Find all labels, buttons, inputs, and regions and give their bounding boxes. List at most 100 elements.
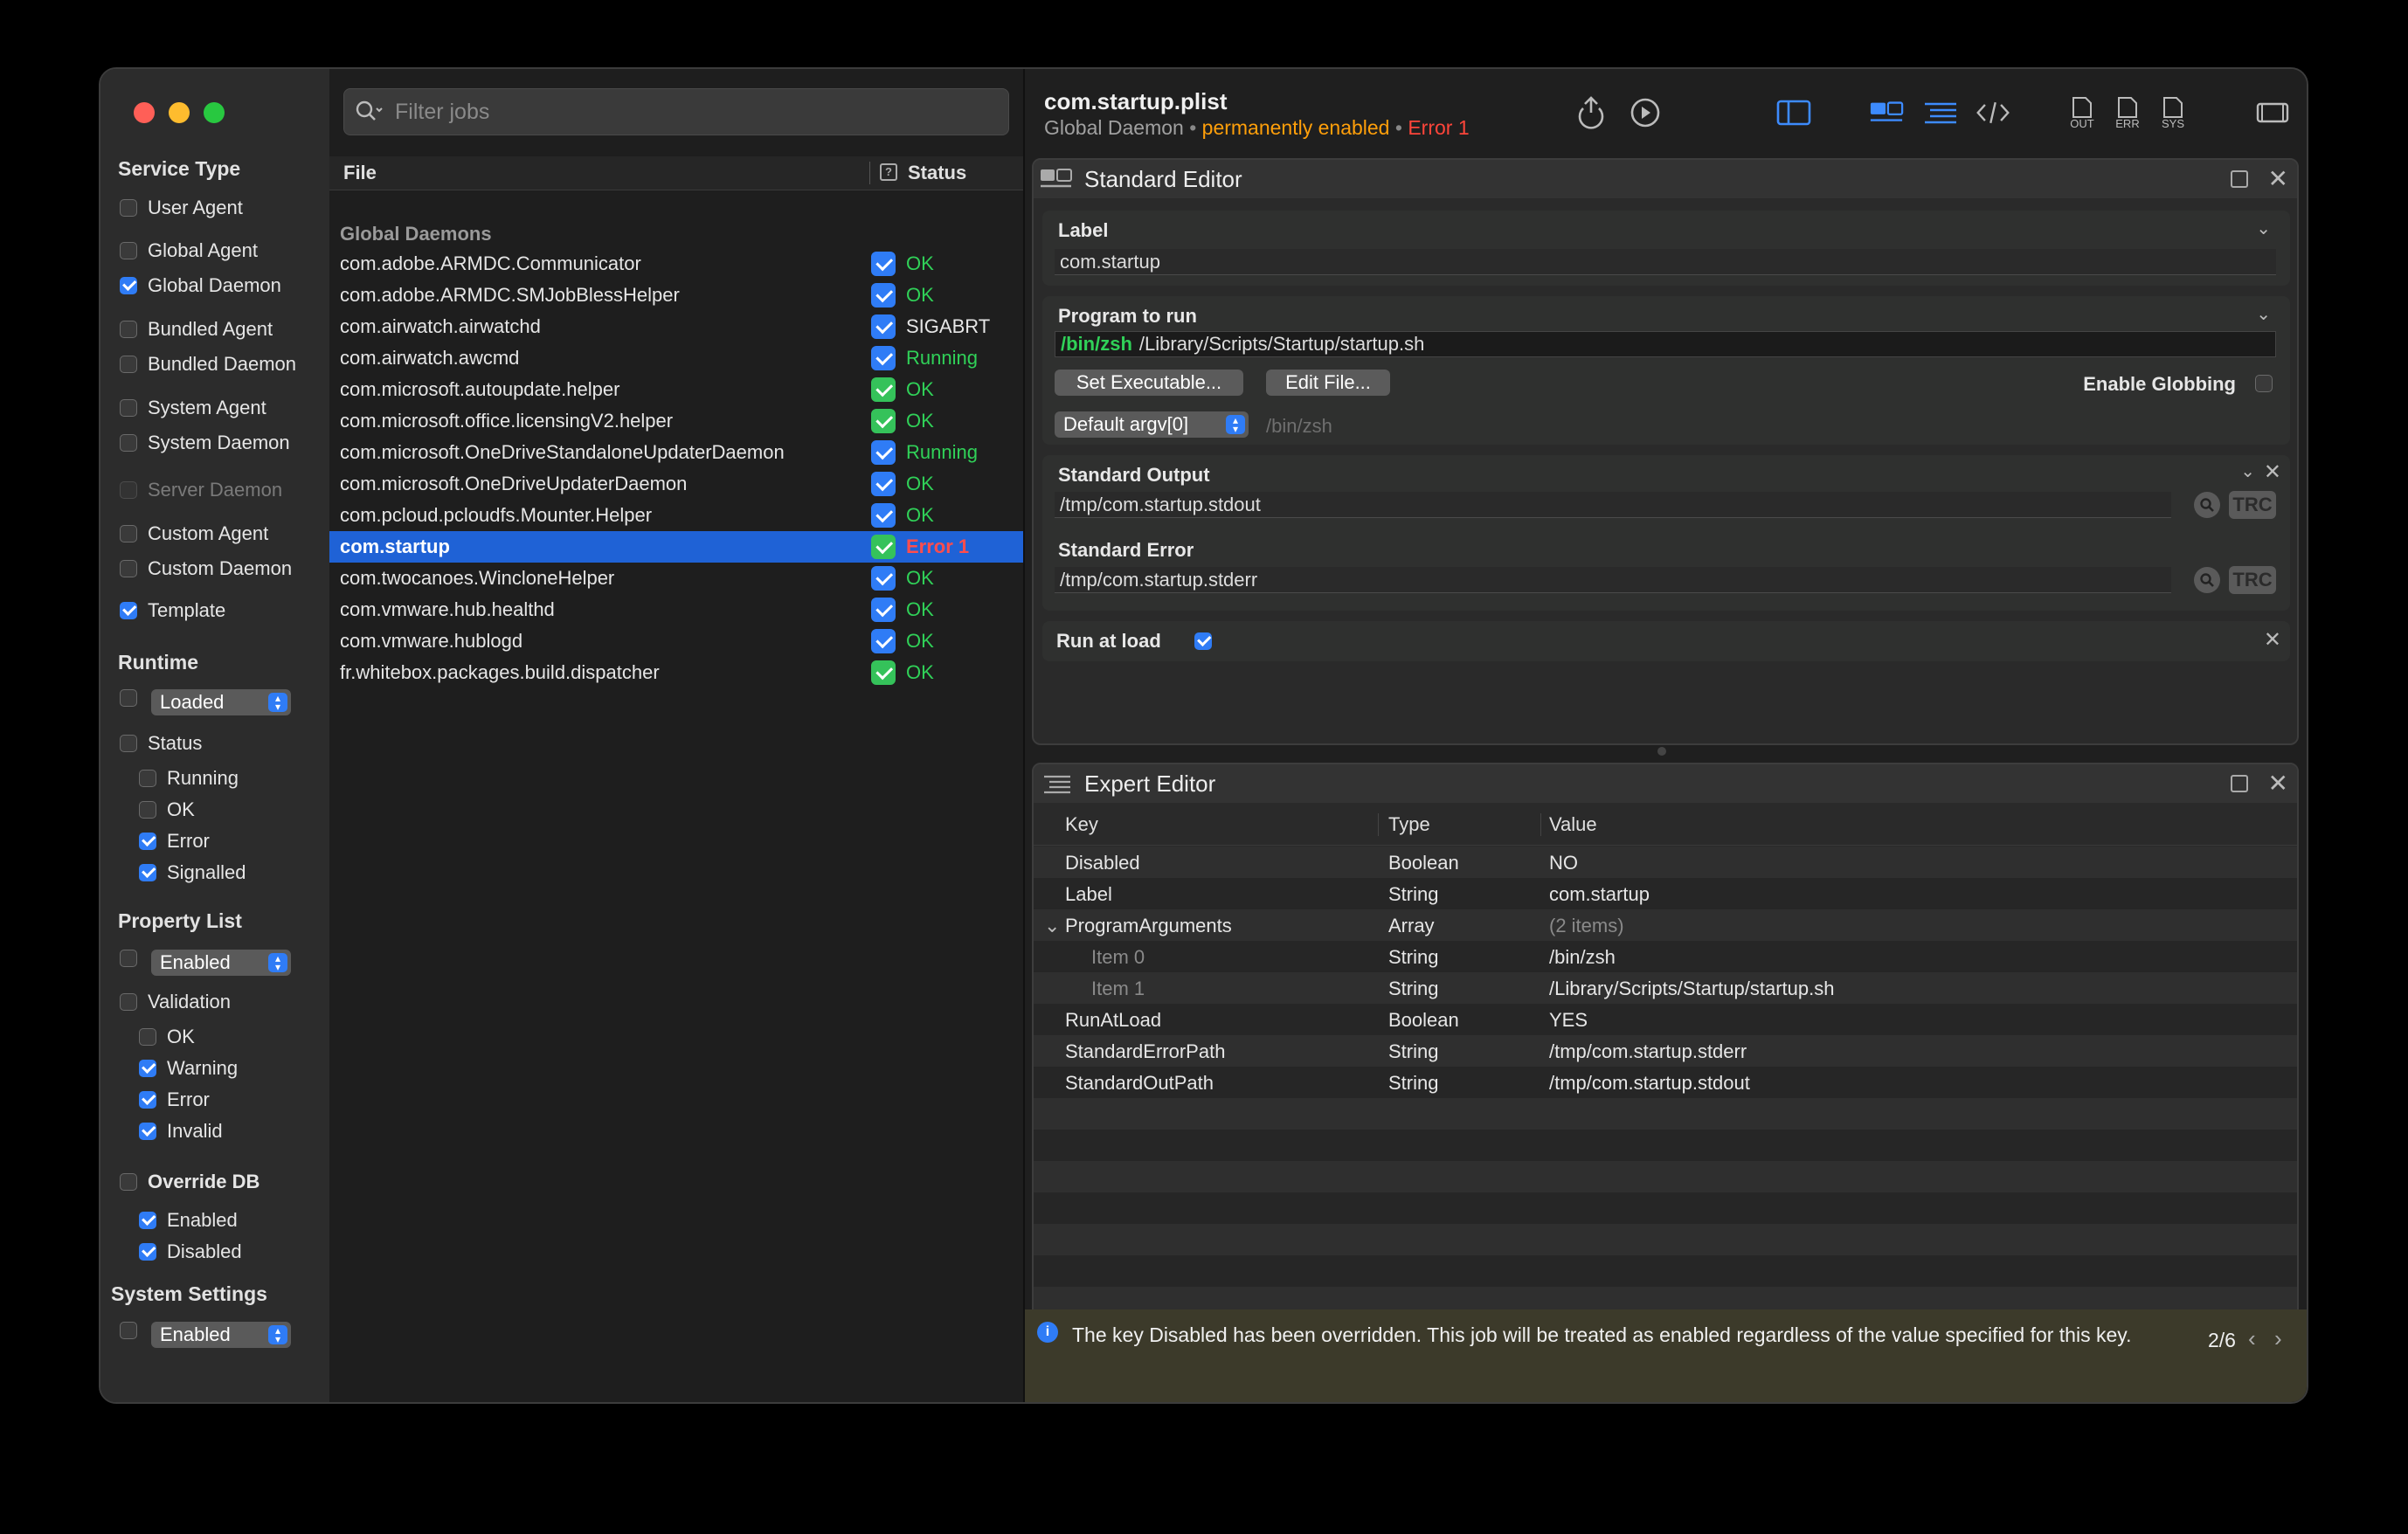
column-file[interactable]: File xyxy=(343,162,377,184)
checkbox[interactable] xyxy=(139,1212,156,1229)
checkbox[interactable] xyxy=(120,560,137,577)
filter-system-agent[interactable]: System Agent xyxy=(120,397,266,419)
checkbox[interactable] xyxy=(139,1091,156,1109)
job-row[interactable]: com.startup Error 1 xyxy=(329,531,1023,563)
job-row[interactable]: com.microsoft.autoupdate.helper OK xyxy=(329,374,1023,405)
minimize-window-button[interactable] xyxy=(169,102,190,123)
column-status[interactable]: Status xyxy=(908,162,966,184)
play-icon[interactable] xyxy=(1628,95,1663,130)
set-executable-button[interactable]: Set Executable... xyxy=(1055,370,1243,396)
chevron-left-icon[interactable]: ‹ xyxy=(2248,1325,2256,1352)
enabled-checkbox[interactable] xyxy=(871,660,896,685)
checkbox[interactable] xyxy=(120,735,137,752)
table-row[interactable]: Label String com.startup xyxy=(1034,878,2297,909)
help-icon[interactable]: ? xyxy=(880,163,897,181)
filter-validation[interactable]: Validation xyxy=(120,991,231,1013)
job-row[interactable]: com.airwatch.airwatchd SIGABRT xyxy=(329,311,1023,342)
inspector-icon[interactable] xyxy=(2255,95,2290,130)
splitter-handle[interactable] xyxy=(1657,747,1666,756)
checkbox[interactable] xyxy=(120,993,137,1011)
enabled-checkbox[interactable] xyxy=(871,314,896,339)
syslog-icon[interactable]: SYS xyxy=(2155,95,2190,130)
stdout-input[interactable]: /tmp/com.startup.stdout xyxy=(1055,492,2171,518)
enabled-checkbox[interactable] xyxy=(871,440,896,465)
close-icon[interactable]: ✕ xyxy=(2268,771,2288,796)
filter-template[interactable]: Template xyxy=(120,599,225,622)
checkbox[interactable] xyxy=(139,1060,156,1077)
table-row[interactable]: StandardOutPath String/tmp/com.startup.st… xyxy=(1034,1067,2297,1098)
checkbox[interactable] xyxy=(120,689,137,707)
filter-running[interactable]: Running xyxy=(139,767,239,790)
sidebar-toggle-icon[interactable] xyxy=(1776,95,1811,130)
column-key[interactable]: Key xyxy=(1065,813,1098,836)
stderr-input[interactable]: /tmp/com.startup.stderr xyxy=(1055,567,2171,593)
ss-popup[interactable]: Enabled ▴ ▾ xyxy=(151,1322,291,1348)
filter-v-error[interactable]: Error xyxy=(139,1088,210,1111)
chevron-down-icon[interactable]: ⌄ xyxy=(2256,303,2271,325)
enabled-checkbox[interactable] xyxy=(871,472,896,496)
enable-globbing-checkbox[interactable] xyxy=(2255,375,2273,392)
filter-global-agent[interactable]: Global Agent xyxy=(120,239,258,262)
filter-override-db[interactable]: Override DB xyxy=(120,1171,259,1193)
table-row[interactable]: Disabled Boolean NO xyxy=(1034,846,2297,878)
runtime-popup[interactable]: Loaded ▴ ▾ xyxy=(151,689,291,715)
standard-editor-icon[interactable] xyxy=(1869,95,1904,130)
checkbox[interactable] xyxy=(120,1322,137,1339)
enabled-checkbox[interactable] xyxy=(871,252,896,276)
filter-bundled-daemon[interactable]: Bundled Daemon xyxy=(120,353,296,376)
checkbox[interactable] xyxy=(139,864,156,881)
edit-file-button[interactable]: Edit File... xyxy=(1266,370,1390,396)
argv-popup[interactable]: Default argv[0] ▴ ▾ xyxy=(1055,411,1249,438)
chevron-down-icon[interactable]: ⌄ xyxy=(1044,915,1060,937)
xml-editor-icon[interactable] xyxy=(1976,95,2010,130)
enabled-checkbox[interactable] xyxy=(871,503,896,528)
checkbox[interactable] xyxy=(120,434,137,452)
checkbox[interactable] xyxy=(120,199,137,217)
checkbox[interactable] xyxy=(139,1123,156,1140)
reveal-stderr-icon[interactable] xyxy=(2194,567,2220,593)
job-row[interactable]: com.microsoft.office.licensingV2.helper O… xyxy=(329,405,1023,437)
expert-editor-icon[interactable] xyxy=(1923,95,1958,130)
enabled-checkbox[interactable] xyxy=(871,409,896,433)
checkbox[interactable] xyxy=(139,1028,156,1046)
argv-input[interactable]: /bin/zsh xyxy=(1261,413,2276,439)
enabled-checkbox[interactable] xyxy=(871,629,896,653)
job-row[interactable]: com.twocanoes.WincloneHelper OK xyxy=(329,563,1023,594)
program-input[interactable]: /bin/zsh /Library/Scripts/Startup/startu… xyxy=(1055,331,2276,357)
filter-o-enabled[interactable]: Enabled xyxy=(139,1209,238,1232)
job-row[interactable]: com.pcloud.pcloudfs.Mounter.Helper OK xyxy=(329,500,1023,531)
filter-v-warning[interactable]: Warning xyxy=(139,1057,238,1080)
checkbox[interactable] xyxy=(120,356,137,373)
run-at-load-checkbox[interactable] xyxy=(1194,632,1212,650)
table-row[interactable]: RunAtLoad Boolean YES xyxy=(1034,1004,2297,1035)
enabled-checkbox[interactable] xyxy=(871,346,896,370)
job-row[interactable]: com.microsoft.OneDriveUpdaterDaemon OK xyxy=(329,468,1023,500)
maximize-icon[interactable] xyxy=(2231,170,2248,188)
filter-system-daemon[interactable]: System Daemon xyxy=(120,432,290,454)
checkbox[interactable] xyxy=(120,1173,137,1191)
filter-error[interactable]: Error xyxy=(139,830,210,853)
job-row[interactable]: com.airwatch.awcmd Running xyxy=(329,342,1023,374)
chevron-right-icon[interactable]: › xyxy=(2274,1325,2282,1352)
stderr-icon[interactable]: ERR xyxy=(2110,95,2145,130)
table-row[interactable]: Item 1 String/Library/Scripts/Startup/sta… xyxy=(1034,972,2297,1004)
filter-custom-agent[interactable]: Custom Agent xyxy=(120,522,268,545)
enabled-checkbox[interactable] xyxy=(871,566,896,591)
reveal-stdout-icon[interactable] xyxy=(2194,492,2220,518)
filter-ok[interactable]: OK xyxy=(139,798,195,821)
close-icon[interactable]: ✕ xyxy=(2268,167,2288,191)
checkbox[interactable] xyxy=(120,399,137,417)
zoom-window-button[interactable] xyxy=(204,102,225,123)
checkbox[interactable] xyxy=(120,242,137,259)
enabled-checkbox[interactable] xyxy=(871,535,896,559)
job-row[interactable]: com.vmware.hublogd OK xyxy=(329,625,1023,657)
job-row[interactable]: com.vmware.hub.healthd OK xyxy=(329,594,1023,625)
maximize-icon[interactable] xyxy=(2231,775,2248,792)
filter-input[interactable] xyxy=(393,98,991,126)
checkbox[interactable] xyxy=(139,801,156,819)
filter-field[interactable] xyxy=(343,88,1009,135)
job-row[interactable]: com.adobe.ARMDC.Communicator OK xyxy=(329,248,1023,280)
job-row[interactable]: com.adobe.ARMDC.SMJobBlessHelper OK xyxy=(329,280,1023,311)
checkbox[interactable] xyxy=(120,950,137,967)
stdout-icon[interactable]: OUT xyxy=(2065,95,2100,130)
